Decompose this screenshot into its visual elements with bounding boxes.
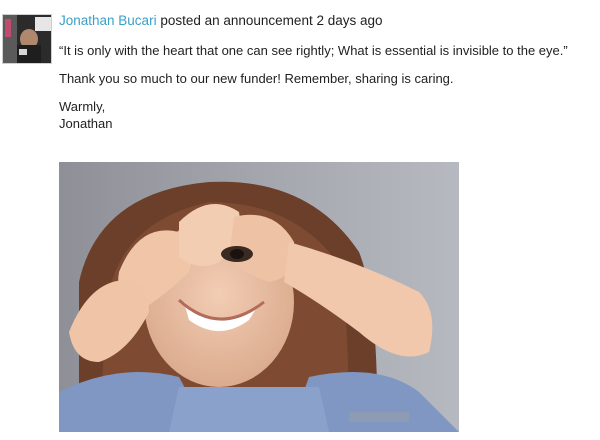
post-closing: Warmly, — [59, 99, 106, 114]
post-signature: Jonathan — [59, 116, 113, 131]
post-body: Jonathan Bucari posted an announcement 2… — [59, 12, 594, 132]
announcement-post: Jonathan Bucari posted an announcement 2… — [0, 0, 600, 440]
post-message: Thank you so much to our new funder! Rem… — [59, 71, 454, 86]
post-header: Jonathan Bucari posted an announcement 2… — [59, 12, 594, 30]
post-quote: “It is only with the heart that one can … — [59, 43, 568, 58]
child-heart-hands-image — [59, 162, 459, 432]
avatar-photo — [3, 15, 51, 63]
author-link[interactable]: Jonathan Bucari — [59, 13, 157, 28]
author-avatar[interactable] — [2, 14, 52, 64]
post-image[interactable] — [59, 162, 459, 432]
post-timestamp: 2 days ago — [316, 13, 383, 28]
post-action-text: posted an announcement — [156, 13, 317, 28]
